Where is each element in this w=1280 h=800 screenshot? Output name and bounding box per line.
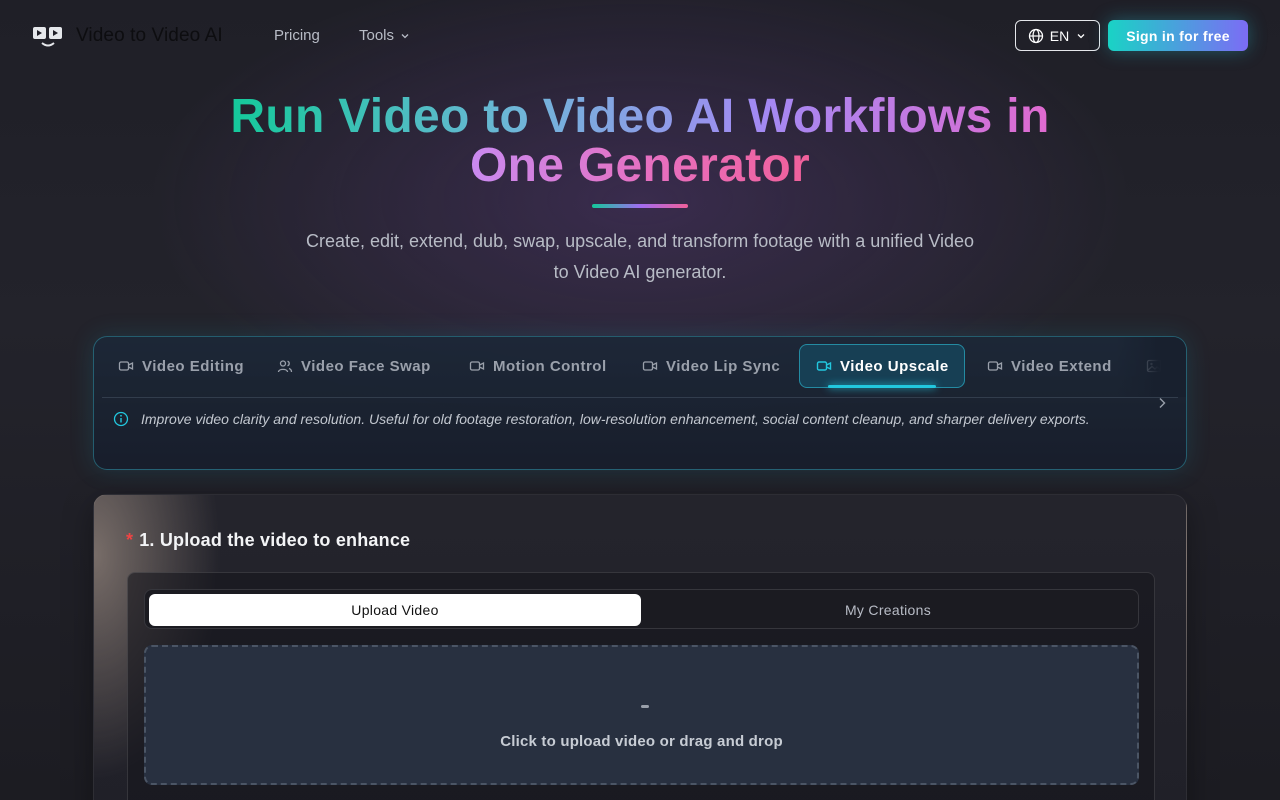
tab-video-lip-sync[interactable]: Video Lip Sync	[642, 344, 780, 388]
video-camera-icon	[642, 361, 658, 371]
video-camera-icon	[987, 361, 1003, 371]
nav-pricing-link[interactable]: Pricing	[274, 27, 320, 44]
active-tab-indicator	[828, 385, 936, 388]
chevron-right-icon[interactable]	[1154, 395, 1170, 411]
upload-video-tab[interactable]: Upload Video	[149, 594, 641, 626]
tab-video-editing[interactable]: Video Editing	[118, 344, 244, 388]
tab-video-face-swap[interactable]: Video Face Swap	[277, 344, 431, 388]
video-camera-icon	[816, 361, 832, 371]
nav-pricing-label: Pricing	[274, 27, 320, 44]
signin-button[interactable]: Sign in for free	[1108, 20, 1248, 51]
info-icon	[113, 411, 129, 427]
tab-video-upscale[interactable]: Video Upscale	[799, 344, 965, 388]
logo-icon	[32, 22, 64, 50]
language-selector[interactable]: EN	[1015, 20, 1100, 51]
dropzone-text: Click to upload video or drag and drop	[500, 733, 783, 750]
hero-subtitle: Create, edit, extend, dub, swap, upscale…	[305, 231, 975, 282]
chevron-down-icon	[401, 33, 409, 38]
site-header: Video to Video AI Pricing Tools EN Sign …	[0, 0, 1280, 72]
tab-label: Video Extend	[1011, 357, 1112, 375]
tab-label: Video Lip Sync	[666, 357, 781, 375]
tab-label: Motion Control	[493, 357, 607, 375]
users-icon	[277, 360, 293, 373]
video-camera-icon	[469, 361, 485, 371]
tab-label: Video Face Swap	[301, 357, 431, 375]
chevron-down-icon	[1077, 33, 1085, 38]
nav-tools-label: Tools	[359, 27, 395, 44]
upload-container: Upload Video My Creations Click to uploa…	[127, 572, 1155, 800]
hero-title: Run Video to Video AI Workflows in One G…	[0, 92, 1280, 190]
nav-tools-dropdown[interactable]: Tools	[359, 27, 410, 44]
upload-card: * 1. Upload the video to enhance Upload V…	[93, 494, 1187, 800]
tool-tabs-panel: Video Editing Video Face Swap Motion Con…	[93, 336, 1187, 470]
tabs-divider	[102, 397, 1178, 398]
tab-description: Improve video clarity and resolution. Us…	[141, 411, 1090, 427]
tab-label: Video Upscale	[840, 357, 949, 375]
language-label: EN	[1049, 27, 1070, 44]
hero-underline	[592, 204, 688, 208]
video-dropzone[interactable]: Click to upload video or drag and drop	[144, 645, 1139, 785]
logo-text: Video to Video AI	[76, 25, 223, 46]
tab-video-extend[interactable]: Video Extend	[987, 344, 1112, 388]
required-mark: *	[126, 530, 134, 550]
hero-title-line1: Run Video to Video AI Workflows in	[230, 90, 1050, 143]
video-camera-icon	[118, 361, 134, 371]
upload-step-label: 1. Upload the video to enhance	[139, 530, 411, 550]
upload-step-title: * 1. Upload the video to enhance	[126, 530, 410, 551]
logo[interactable]: Video to Video AI	[32, 22, 223, 50]
tabs-overflow-fade	[1116, 337, 1186, 397]
tab-motion-control[interactable]: Motion Control	[469, 344, 607, 388]
upload-icon	[641, 705, 649, 708]
globe-icon	[1028, 28, 1043, 43]
my-creations-tab[interactable]: My Creations	[642, 594, 1134, 626]
tab-label: Video Editing	[142, 357, 245, 375]
upload-source-toggle: Upload Video My Creations	[144, 589, 1139, 629]
hero-title-line2: One Generator	[470, 139, 810, 192]
